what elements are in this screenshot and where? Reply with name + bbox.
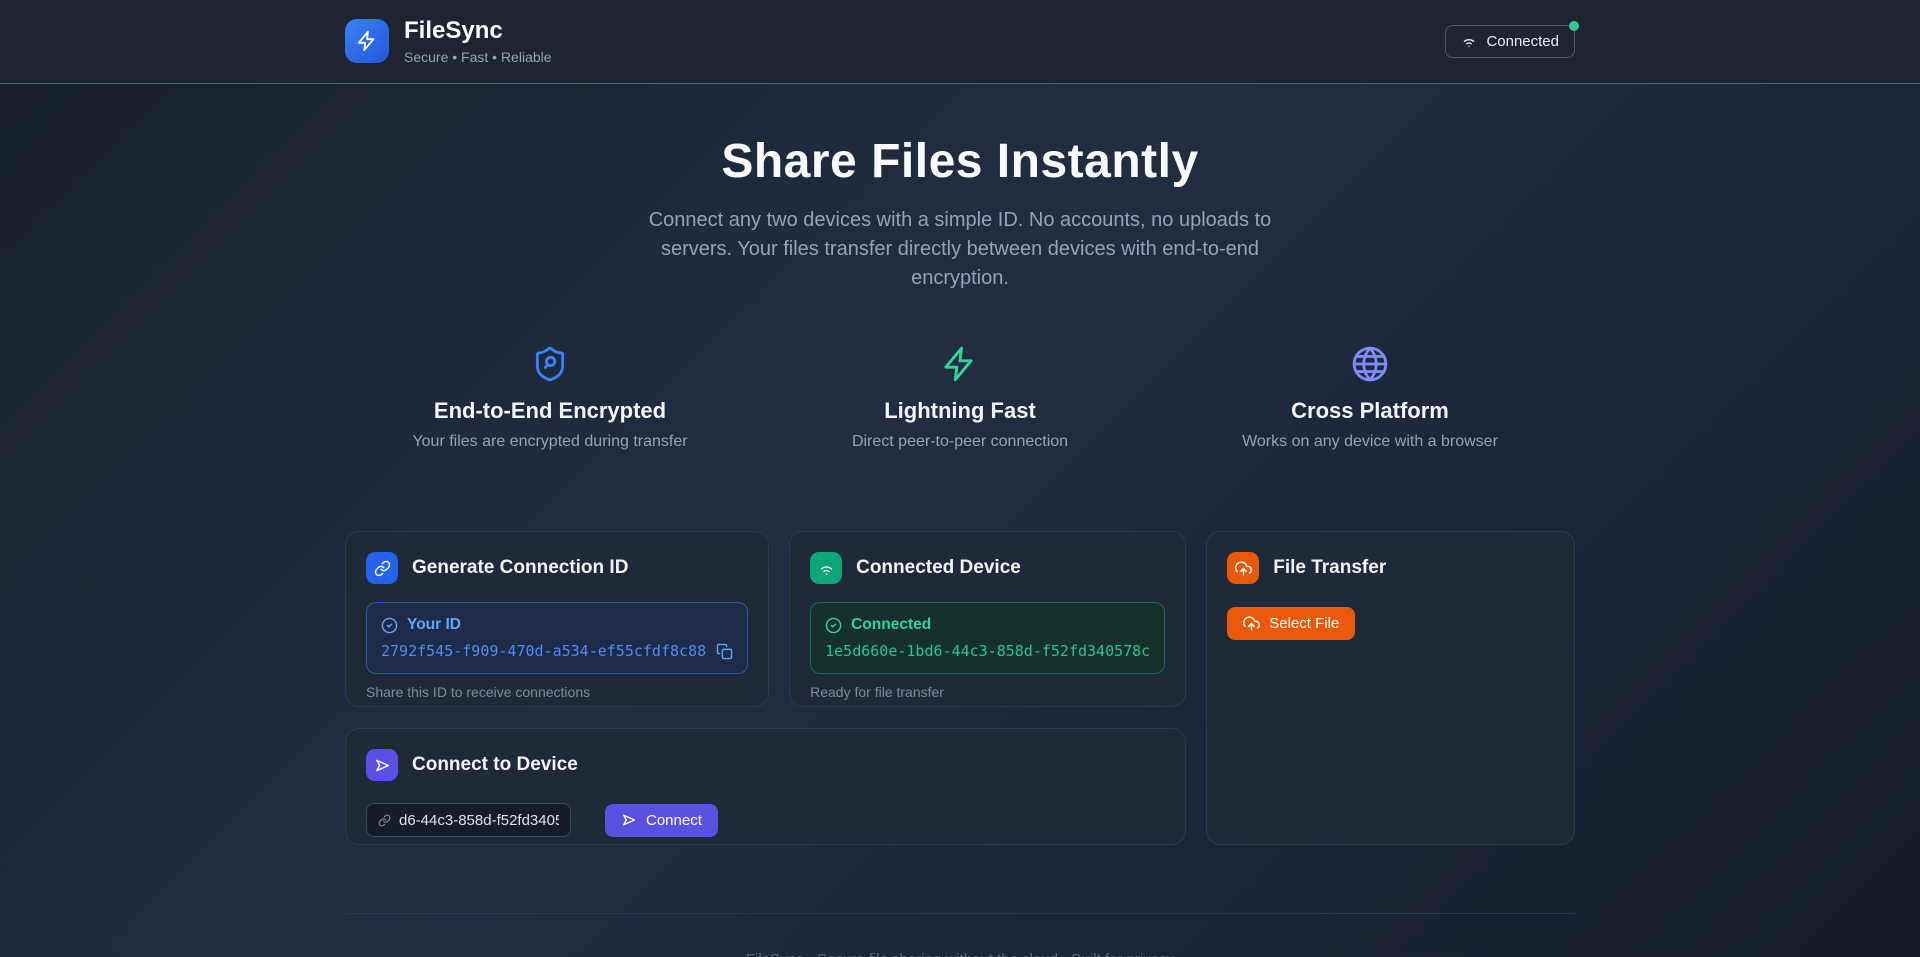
card-title: Connect to Device <box>412 754 578 776</box>
link-icon <box>366 552 398 584</box>
page-title: Share Files Instantly <box>345 134 1575 189</box>
connect-button[interactable]: Connect <box>605 804 718 837</box>
main-content: Share Files Instantly Connect any two de… <box>345 134 1575 957</box>
feature-description: Your files are encrypted during transfer <box>345 433 755 451</box>
page-subtitle: Connect any two devices with a simple ID… <box>635 206 1285 293</box>
shield-lock-icon <box>345 345 755 383</box>
wifi-icon <box>810 552 842 584</box>
generate-id-card: Generate Connection ID Your ID 2792f545-… <box>345 531 769 707</box>
card-title: File Transfer <box>1273 557 1386 579</box>
brand: FileSync Secure • Fast • Reliable <box>345 18 552 64</box>
panel-label: Connected <box>851 616 931 634</box>
send-icon <box>366 749 398 781</box>
peer-id-input[interactable] <box>399 812 559 829</box>
send-icon <box>621 812 637 828</box>
card-title: Generate Connection ID <box>412 557 628 579</box>
feature-description: Works on any device with a browser <box>1165 433 1575 451</box>
select-file-button[interactable]: Select File <box>1227 607 1355 640</box>
connect-label: Connect <box>646 812 702 829</box>
zap-icon <box>755 345 1165 383</box>
feature-fast: Lightning Fast Direct peer-to-peer conne… <box>755 345 1165 451</box>
check-circle-icon <box>381 617 398 634</box>
connection-status-badge[interactable]: Connected <box>1445 25 1575 58</box>
feature-description: Direct peer-to-peer connection <box>755 433 1165 451</box>
feature-cross-platform: Cross Platform Works on any device with … <box>1165 345 1575 451</box>
feature-encrypted: End-to-End Encrypted Your files are encr… <box>345 345 755 451</box>
features-row: End-to-End Encrypted Your files are encr… <box>345 345 1575 451</box>
app-tagline: Secure • Fast • Reliable <box>404 49 552 65</box>
select-file-label: Select File <box>1269 615 1339 632</box>
file-transfer-card: File Transfer Select File <box>1206 531 1575 845</box>
globe-icon <box>1165 345 1575 383</box>
generate-hint: Share this ID to receive connections <box>366 684 748 700</box>
copy-icon <box>716 643 733 660</box>
peer-connection-id: 1e5d660e-1bd6-44c3-858d-f52fd340578c <box>825 642 1150 660</box>
copy-id-button[interactable] <box>716 643 733 660</box>
app-title: FileSync <box>404 18 552 44</box>
link-icon <box>378 814 391 827</box>
your-connection-id: 2792f545-f909-470d-a534-ef55cfdf8c88 <box>381 642 706 660</box>
connect-to-device-card: Connect to Device Connect <box>345 728 1186 845</box>
connected-panel: Connected 1e5d660e-1bd6-44c3-858d-f52fd3… <box>810 602 1165 674</box>
footer-text: FileSync • Secure file sharing without t… <box>345 951 1575 957</box>
panel-label: Your ID <box>407 616 461 634</box>
hero-section: Share Files Instantly Connect any two de… <box>345 134 1575 293</box>
status-badge-label: Connected <box>1486 33 1559 50</box>
your-id-panel: Your ID 2792f545-f909-470d-a534-ef55cfdf… <box>366 602 748 674</box>
app-header: FileSync Secure • Fast • Reliable Connec… <box>0 0 1920 84</box>
online-indicator-dot <box>1569 21 1579 31</box>
cards-grid: Generate Connection ID Your ID 2792f545-… <box>345 531 1575 845</box>
check-circle-icon <box>825 617 842 634</box>
cloud-upload-icon <box>1243 615 1260 632</box>
peer-id-input-wrap <box>366 803 571 837</box>
feature-title: End-to-End Encrypted <box>345 398 755 424</box>
card-title: Connected Device <box>856 557 1021 579</box>
footer-divider <box>345 913 1575 914</box>
feature-title: Cross Platform <box>1165 398 1575 424</box>
zap-icon <box>345 19 389 63</box>
cloud-upload-icon <box>1227 552 1259 584</box>
connected-device-card: Connected Device Connected 1e5d660e-1bd6… <box>789 531 1186 707</box>
wifi-icon <box>1461 33 1477 49</box>
device-hint: Ready for file transfer <box>810 684 1165 700</box>
feature-title: Lightning Fast <box>755 398 1165 424</box>
